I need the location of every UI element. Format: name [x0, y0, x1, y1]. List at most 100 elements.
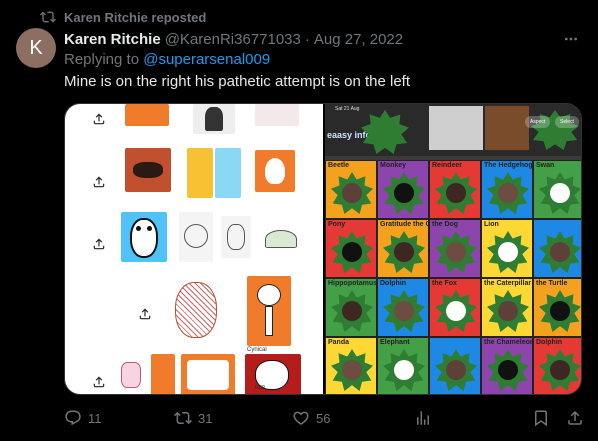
tile-label: Dolphin — [536, 339, 563, 346]
document-thumb — [429, 106, 483, 150]
animal-tile: Hippopotamus — [325, 278, 377, 337]
product-thumb[interactable] — [255, 150, 295, 192]
animal-figure — [342, 242, 362, 262]
animal-tile: Monkey — [377, 160, 429, 219]
avatar-letter: K — [29, 36, 43, 59]
product-thumb[interactable] — [125, 148, 171, 192]
author-handle[interactable]: @KarenRi36771033 — [165, 31, 301, 48]
right-image-header: Sat 21 Aug eaasy info Aspect Select — [325, 104, 581, 156]
tile-label: Pony — [328, 221, 346, 228]
repost-label: Karen Ritchie reposted — [64, 9, 207, 25]
product-thumb[interactable] — [221, 216, 251, 258]
animal-tile — [429, 337, 481, 394]
animal-tile: Swan — [533, 160, 581, 219]
animal-tile: Gratitude the Gorilla — [377, 219, 429, 278]
animal-tile: Beetle — [325, 160, 377, 219]
product-thumb[interactable] — [179, 212, 213, 262]
product-thumb[interactable] — [193, 104, 235, 134]
product-thumb[interactable] — [165, 276, 227, 346]
more-icon — [565, 37, 577, 41]
animal-figure — [550, 183, 570, 203]
tile-label: the Dog — [432, 221, 459, 228]
reply-icon — [65, 410, 81, 426]
reply-count: 11 — [88, 410, 102, 426]
share-icon — [89, 234, 109, 254]
product-thumb[interactable] — [215, 148, 241, 198]
animal-tile: the Chameleon — [481, 337, 533, 394]
repost-icon — [174, 411, 192, 425]
tile-label: Swan — [536, 162, 555, 169]
product-thumb[interactable] — [187, 148, 213, 198]
replying-to-handle[interactable]: @superarsenal009 — [143, 51, 270, 68]
aspect-button[interactable]: Aspect — [525, 116, 551, 128]
tweet-text: Mine is on the right his pathetic attemp… — [64, 73, 411, 90]
repost-count: 31 — [198, 410, 213, 426]
avatar[interactable]: K — [16, 28, 56, 68]
animal-tile: Dolphin — [377, 278, 429, 337]
share-icon — [568, 410, 582, 425]
share-button[interactable] — [566, 408, 584, 428]
tile-label: the Chameleon — [484, 339, 533, 346]
animal-tile: The Hedgehog — [481, 160, 533, 219]
tweet-media[interactable]: Cynical 0.89 Sat 21 Aug eaasy info Aspec… — [64, 103, 582, 395]
tile-label: Gratitude the Gorilla — [380, 221, 428, 228]
animal-tile: Pony — [325, 219, 377, 278]
product-thumb[interactable] — [151, 354, 175, 394]
product-thumb[interactable] — [259, 222, 303, 254]
tile-label: the Caterpillar — [484, 280, 532, 287]
views-button[interactable] — [414, 408, 438, 428]
product-thumb[interactable] — [115, 354, 149, 394]
views-icon — [417, 411, 429, 425]
photo-thumb — [485, 106, 529, 150]
tile-label: Dolphin — [380, 280, 407, 287]
animal-tile: Lion — [481, 219, 533, 278]
product-thumb[interactable] — [125, 104, 169, 126]
product-thumb[interactable] — [247, 276, 291, 346]
animal-tile — [533, 219, 581, 278]
animal-tile: the Caterpillar — [481, 278, 533, 337]
share-icon — [89, 109, 109, 129]
animal-figure — [394, 183, 414, 203]
animal-figure — [498, 183, 518, 203]
animal-figure — [342, 183, 362, 203]
bookmark-button[interactable] — [532, 408, 550, 428]
product-header: Cynical — [247, 347, 267, 353]
animal-tile: the Fox — [429, 278, 481, 337]
left-image[interactable]: Cynical 0.89 — [65, 104, 323, 394]
select-button[interactable]: Select — [555, 116, 579, 128]
bookmark-icon — [535, 410, 547, 427]
tweet-date[interactable]: Aug 27, 2022 — [314, 31, 403, 48]
author-name[interactable]: Karen Ritchie — [64, 31, 161, 48]
repost-context[interactable]: Karen Ritchie reposted — [40, 9, 206, 25]
animal-figure — [498, 301, 518, 321]
animal-tile: Dolphin — [533, 337, 581, 394]
animal-figure — [550, 360, 570, 380]
animal-figure — [342, 301, 362, 321]
heart-icon — [293, 411, 309, 425]
tile-label: Panda — [328, 339, 350, 346]
animal-figure — [550, 301, 570, 321]
product-thumb[interactable] — [245, 354, 301, 394]
replying-to: Replying to @superarsenal009 — [64, 51, 270, 68]
product-thumb[interactable] — [121, 212, 167, 262]
tile-label: Lion — [484, 221, 499, 228]
tile-label: Reindeer — [432, 162, 462, 169]
right-image[interactable]: Sat 21 Aug eaasy info Aspect Select Beet… — [325, 104, 581, 394]
right-header-title: eaasy info — [327, 130, 372, 140]
tweet-actions: 11 31 56 — [64, 408, 582, 428]
like-button[interactable]: 56 — [292, 408, 330, 428]
top-tile-burst — [361, 110, 409, 154]
animal-tile: the Dog — [429, 219, 481, 278]
repost-button[interactable]: 31 — [174, 408, 212, 428]
animal-figure — [394, 242, 414, 262]
share-icon — [89, 172, 109, 192]
more-options-button[interactable] — [562, 31, 580, 47]
tile-label: The Hedgehog — [484, 162, 533, 169]
product-thumb[interactable] — [255, 104, 299, 126]
tile-label: Monkey — [380, 162, 407, 169]
animal-figure — [446, 360, 466, 380]
animal-figure — [342, 360, 362, 380]
reply-button[interactable]: 11 — [64, 408, 102, 428]
animal-figure — [498, 242, 518, 262]
product-thumb[interactable] — [181, 354, 235, 394]
